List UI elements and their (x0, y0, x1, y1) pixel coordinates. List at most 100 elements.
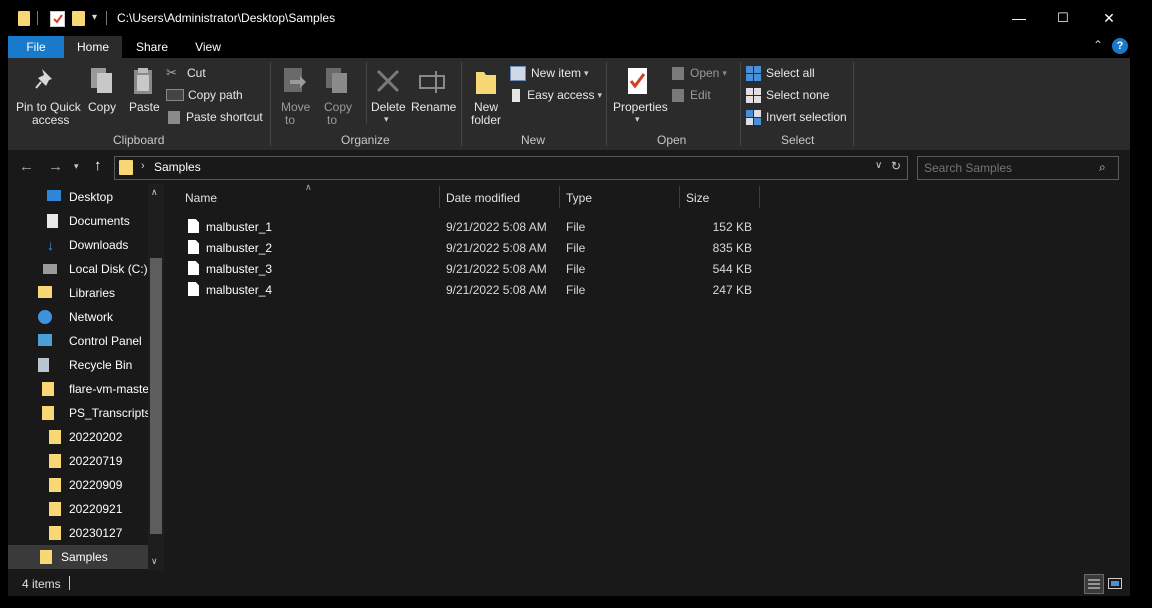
select-none-label: Select none (766, 88, 830, 102)
breadcrumb-samples[interactable]: Samples (154, 160, 201, 174)
move-to-button[interactable]: Move to (276, 62, 314, 128)
libraries-icon (38, 286, 52, 298)
column-header-name[interactable]: Name (185, 184, 435, 212)
search-box[interactable]: ⌕ (917, 156, 1119, 180)
column-separator[interactable] (439, 186, 440, 208)
customize-toolbar-icon[interactable]: ▾ (92, 12, 97, 23)
copy-path-button[interactable]: Copy path (166, 86, 266, 104)
cut-button[interactable]: ✂ Cut (166, 64, 266, 82)
delete-icon (376, 69, 400, 93)
nav-item[interactable]: 20220909 (8, 473, 148, 497)
file-row[interactable]: malbuster_3 9/21/2022 5:08 AM File 544 KB (176, 258, 760, 279)
group-separator (606, 62, 607, 146)
nav-item-label: Local Disk (C:) (69, 262, 148, 276)
address-dropdown-icon[interactable]: ∨ (875, 160, 882, 171)
group-separator (270, 62, 271, 146)
up-button[interactable]: ↑ (94, 157, 102, 174)
copy-button[interactable]: Copy (84, 62, 120, 128)
column-separator[interactable] (559, 186, 560, 208)
breadcrumb-chevron-icon[interactable]: › (141, 160, 145, 172)
file-row[interactable]: malbuster_2 9/21/2022 5:08 AM File 835 KB (176, 237, 760, 258)
folder-icon (42, 406, 54, 420)
properties-quick-icon[interactable] (50, 11, 65, 27)
tab-file[interactable]: File (8, 36, 64, 58)
open-button[interactable]: Open ▾ (672, 64, 736, 82)
close-button[interactable]: ✕ (1086, 0, 1132, 36)
select-none-icon (746, 87, 761, 103)
nav-item[interactable]: Recycle Bin (8, 353, 148, 377)
nav-item[interactable]: Samples (8, 545, 148, 569)
scroll-down-icon[interactable]: ∨ (151, 556, 158, 567)
paste-shortcut-button[interactable]: Paste shortcut (166, 108, 266, 126)
file-date-modified: 9/21/2022 5:08 AM (446, 220, 547, 234)
rename-button[interactable]: Rename (410, 62, 457, 128)
column-separator[interactable] (759, 186, 760, 208)
forward-button[interactable]: → (48, 158, 63, 175)
nav-item[interactable]: Libraries (8, 281, 148, 305)
new-group-label: New (521, 133, 546, 147)
properties-button[interactable]: Properties ▾ (610, 62, 668, 128)
column-separator[interactable] (679, 186, 680, 208)
divider (366, 62, 367, 124)
nav-item[interactable]: Local Disk (C:) (8, 257, 148, 281)
edit-button[interactable]: Edit (672, 86, 736, 104)
column-header-type[interactable]: Type (566, 184, 674, 212)
column-header-date[interactable]: Date modified (446, 184, 558, 212)
refresh-icon[interactable]: ↻ (891, 159, 901, 173)
maximize-button[interactable]: ☐ (1040, 0, 1086, 36)
file-row[interactable]: malbuster_1 9/21/2022 5:08 AM File 152 KB (176, 216, 760, 237)
new-folder-button[interactable]: New folder (466, 62, 506, 128)
nav-item[interactable]: Documents (8, 209, 148, 233)
nav-item[interactable]: 20220202 (8, 425, 148, 449)
tab-share[interactable]: Share (124, 36, 180, 58)
copy-path-label: Copy path (188, 88, 243, 102)
back-button[interactable]: ← (19, 158, 34, 175)
file-type: File (566, 220, 586, 234)
nav-item[interactable]: Control Panel (8, 329, 148, 353)
nav-item-label: Samples (61, 550, 108, 564)
recent-locations-button[interactable]: ▾ (74, 161, 79, 172)
details-view-button[interactable] (1084, 574, 1104, 594)
large-icons-view-button[interactable] (1107, 576, 1123, 590)
nav-item[interactable]: Network (8, 305, 148, 329)
paste-icon (134, 68, 152, 94)
copy-to-button[interactable]: Copy to (318, 62, 356, 128)
tab-home[interactable]: Home (64, 36, 122, 58)
nav-item[interactable]: ↓ Downloads (8, 233, 148, 257)
nav-item[interactable]: 20230127 (8, 521, 148, 545)
folder-icon (40, 550, 52, 564)
select-none-button[interactable]: Select none (746, 86, 846, 104)
pin-to-quick-access-button[interactable]: Pin to Quick access (12, 62, 81, 128)
easy-access-dropdown-icon: ▾ (597, 89, 602, 100)
select-all-button[interactable]: Select all (746, 64, 846, 82)
address-bar[interactable]: › Samples ∨ ↻ (114, 156, 908, 180)
nav-item[interactable]: PS_Transcripts (8, 401, 151, 425)
paste-button[interactable]: Paste (126, 62, 162, 128)
delete-button[interactable]: Delete ▾ (369, 62, 407, 128)
search-input[interactable] (922, 159, 1096, 177)
nav-item[interactable]: flare-vm-master (8, 377, 153, 401)
scroll-up-icon[interactable]: ∧ (151, 187, 158, 198)
help-icon[interactable]: ? (1112, 38, 1128, 54)
nav-scrollbar[interactable]: ∧ ∨ (148, 184, 164, 570)
nav-item[interactable]: 20220921 (8, 497, 148, 521)
new-item-button[interactable]: New item ▾ (510, 64, 600, 82)
minimize-button[interactable]: — (996, 0, 1042, 36)
new-folder-quick-icon[interactable] (72, 11, 85, 26)
rename-label: Rename (411, 100, 457, 114)
nav-item[interactable]: 20220719 (8, 449, 148, 473)
file-size: 835 KB (712, 241, 752, 255)
folder-icon (18, 11, 30, 26)
folder-icon (49, 454, 61, 468)
invert-selection-button[interactable]: Invert selection (746, 108, 850, 126)
collapse-ribbon-icon[interactable]: ⌃ (1093, 38, 1103, 52)
file-row[interactable]: malbuster_4 9/21/2022 5:08 AM File 247 KB (176, 279, 760, 300)
easy-access-button[interactable]: Easy access ▾ (512, 86, 602, 104)
paste-shortcut-label: Paste shortcut (186, 110, 263, 124)
nav-scrollbar-thumb[interactable] (150, 258, 162, 534)
tab-view[interactable]: View (180, 36, 236, 58)
open-label: Open (690, 66, 720, 80)
group-separator (740, 62, 741, 146)
nav-item[interactable]: Desktop (8, 185, 148, 209)
column-header-size[interactable]: Size (686, 184, 756, 212)
